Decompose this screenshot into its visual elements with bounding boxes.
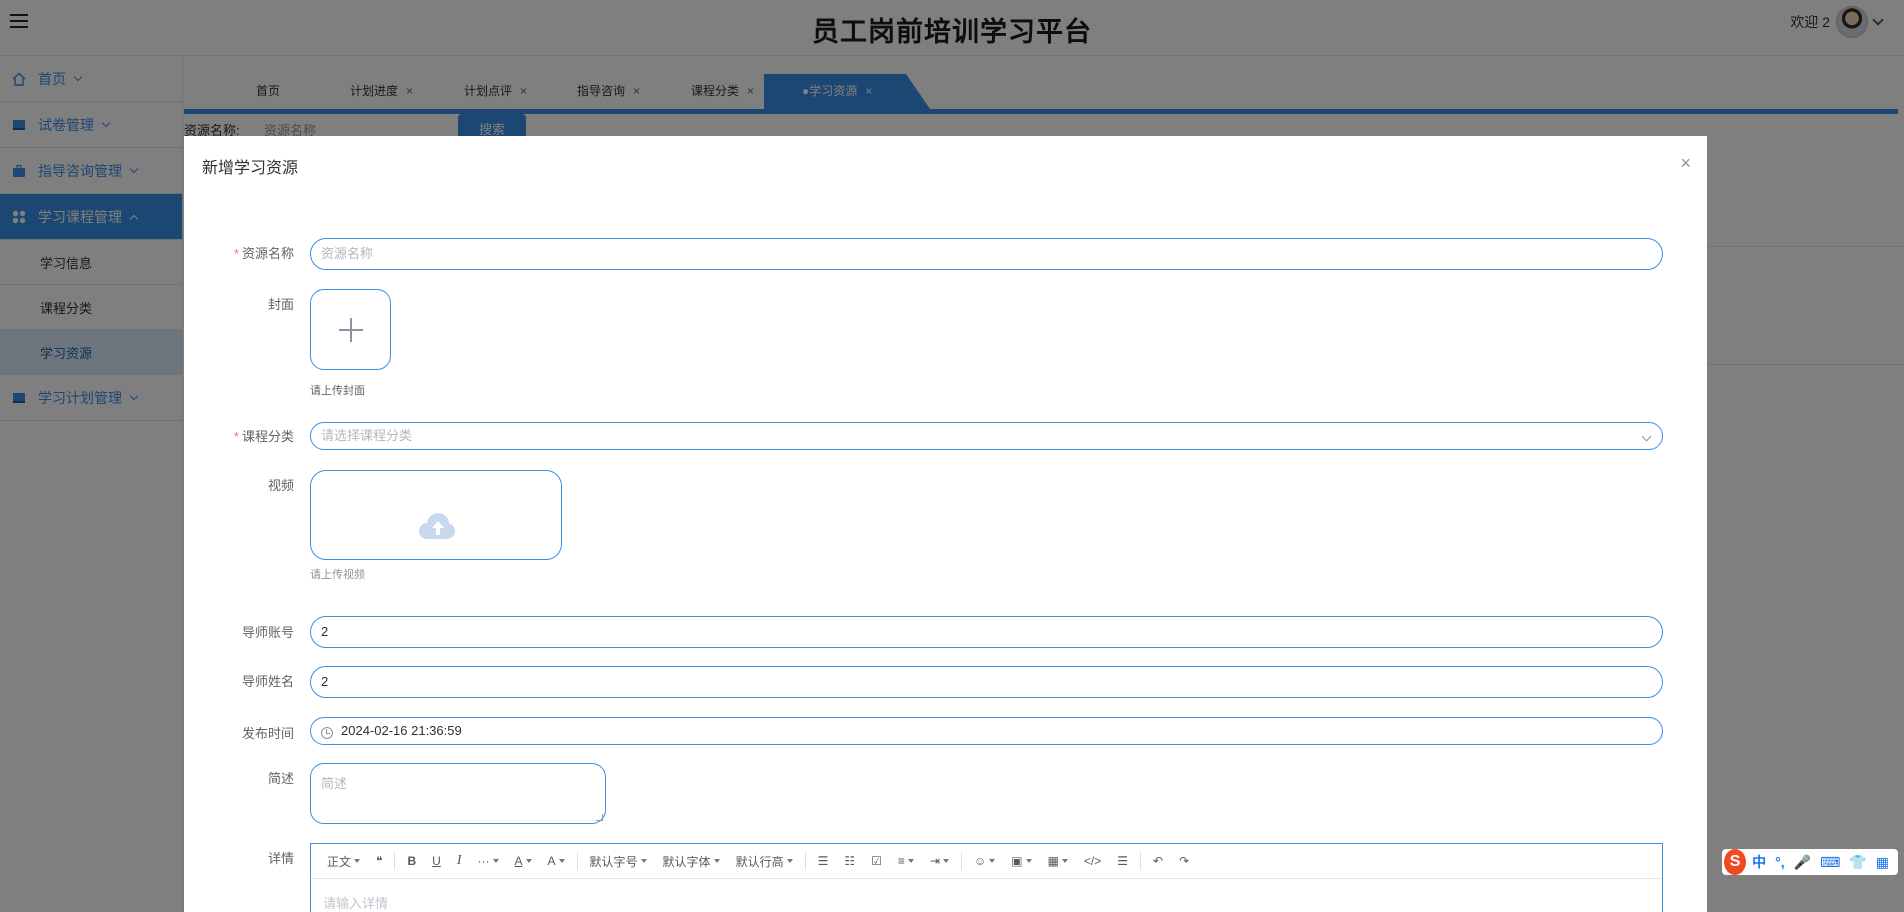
resource-name-input[interactable]: 资源名称 bbox=[310, 238, 1663, 270]
cover-hint: 请上传封面 bbox=[310, 385, 365, 397]
skin-icon[interactable]: 👕 bbox=[1849, 854, 1866, 871]
editor-content[interactable]: 请输入详情 bbox=[311, 879, 1662, 912]
divider-line-icon[interactable]: ☰ bbox=[1109, 844, 1136, 879]
summary-textarea[interactable]: 简述 bbox=[310, 763, 606, 824]
bold-icon[interactable]: B bbox=[399, 844, 424, 879]
more-icon[interactable]: ··· bbox=[470, 844, 507, 879]
tutor-name-label: 导师姓名 bbox=[241, 674, 294, 689]
numbered-list-icon[interactable]: ☷ bbox=[836, 844, 863, 879]
redo-icon[interactable]: ↷ bbox=[1171, 844, 1197, 879]
close-icon[interactable]: × bbox=[1680, 154, 1691, 172]
publish-time-picker[interactable]: 2024-02-16 21:36:59 bbox=[310, 717, 1663, 745]
cover-upload[interactable] bbox=[310, 289, 391, 370]
sogou-logo-icon[interactable]: S bbox=[1724, 849, 1747, 875]
category-label: * 课程分类 bbox=[233, 429, 294, 444]
microphone-icon[interactable]: 🎤 bbox=[1794, 854, 1811, 871]
rich-text-editor: 正文 ❝ B U I ··· A A 默认字号 默认字体 默认行高 ☰ ☷ ☑ … bbox=[310, 843, 1663, 912]
toolbar-divider bbox=[804, 852, 806, 870]
italic-icon[interactable]: I bbox=[449, 844, 470, 879]
tutor-name-input[interactable]: 2 bbox=[310, 666, 1663, 698]
publish-time-label: 发布时间 bbox=[241, 726, 294, 741]
video-hint: 请上传视频 bbox=[310, 569, 365, 581]
resource-name-label: * 资源名称 bbox=[233, 246, 294, 261]
resize-handle[interactable] bbox=[596, 814, 603, 821]
dialog-title: 新增学习资源 bbox=[202, 160, 299, 177]
emoji-icon[interactable]: ☺ bbox=[966, 844, 1003, 879]
image-icon[interactable]: ▣ bbox=[1003, 844, 1039, 879]
paragraph-dropdown[interactable]: 正文 bbox=[319, 844, 368, 879]
align-icon[interactable]: ≡ bbox=[890, 844, 922, 879]
clock-icon bbox=[321, 727, 333, 739]
toolbar-divider bbox=[394, 852, 396, 870]
cover-label: 封面 bbox=[267, 297, 294, 312]
undo-icon[interactable]: ↶ bbox=[1145, 844, 1171, 879]
quote-icon[interactable]: ❝ bbox=[368, 844, 390, 879]
table-icon[interactable]: ▦ bbox=[1040, 844, 1076, 879]
ime-toolbar: S 中 °, 🎤 ⌨ 👕 ▦ bbox=[1722, 849, 1898, 875]
ime-mode-toggle[interactable]: 中 bbox=[1752, 852, 1766, 872]
video-upload[interactable] bbox=[310, 470, 562, 560]
toolbar-divider bbox=[960, 852, 962, 870]
font-family-dropdown[interactable]: 默认字体 bbox=[655, 844, 728, 879]
bullet-list-icon[interactable]: ☰ bbox=[810, 844, 837, 879]
summary-placeholder: 简述 bbox=[321, 776, 348, 791]
video-label: 视频 bbox=[267, 478, 294, 493]
underline-icon[interactable]: U bbox=[424, 844, 449, 879]
category-select[interactable]: 请选择课程分类 bbox=[310, 422, 1663, 450]
add-resource-dialog: 新增学习资源 × * 资源名称 资源名称 封面 请上传封面 * 课程分类 请选择课程… bbox=[184, 136, 1707, 912]
punctuation-icon[interactable]: °, bbox=[1775, 854, 1785, 870]
chevron-down-icon bbox=[1641, 431, 1652, 442]
cloud-upload-icon bbox=[415, 513, 459, 539]
tutor-account-label: 导师账号 bbox=[241, 625, 294, 640]
toolbar-divider bbox=[576, 852, 578, 870]
toolbar-divider bbox=[1140, 852, 1142, 870]
category-placeholder: 请选择课程分类 bbox=[321, 428, 413, 443]
indent-icon[interactable]: ⇥ bbox=[922, 844, 957, 879]
keyboard-icon[interactable]: ⌨ bbox=[1820, 854, 1840, 871]
line-height-dropdown[interactable]: 默认行高 bbox=[728, 844, 801, 879]
summary-label: 简述 bbox=[267, 771, 294, 786]
code-icon[interactable]: </> bbox=[1076, 844, 1109, 879]
editor-toolbar: 正文 ❝ B U I ··· A A 默认字号 默认字体 默认行高 ☰ ☷ ☑ … bbox=[311, 844, 1662, 879]
toolbox-icon[interactable]: ▦ bbox=[1876, 854, 1889, 871]
todo-icon[interactable]: ☑ bbox=[863, 844, 890, 879]
plus-icon-vertical bbox=[350, 318, 352, 342]
detail-label: 详情 bbox=[267, 851, 294, 866]
background-color-icon[interactable]: A bbox=[540, 844, 573, 879]
font-size-dropdown[interactable]: 默认字号 bbox=[582, 844, 655, 879]
publish-time-value: 2024-02-16 21:36:59 bbox=[341, 723, 462, 738]
tutor-account-input[interactable]: 2 bbox=[310, 616, 1663, 648]
font-color-icon[interactable]: A bbox=[507, 844, 540, 879]
